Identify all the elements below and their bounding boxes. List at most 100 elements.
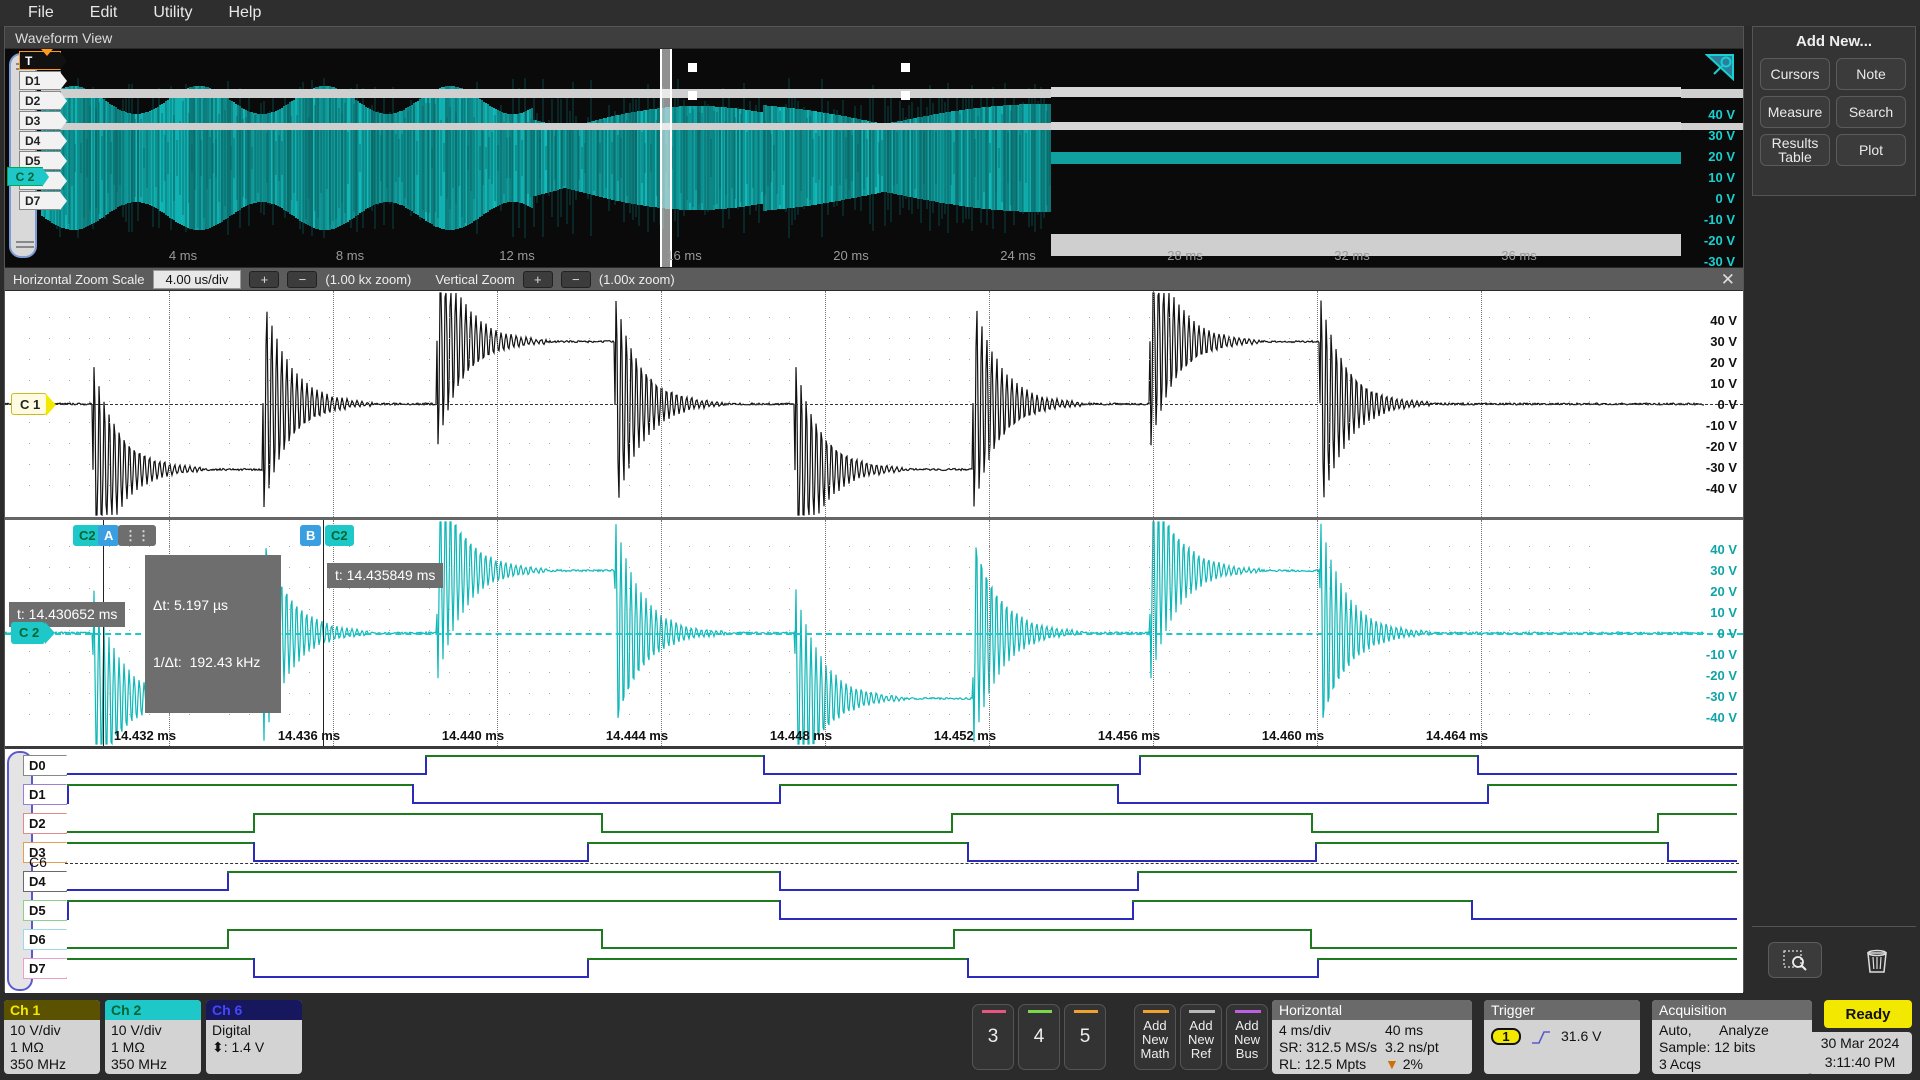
add-button-line: New [1187,1032,1214,1047]
zoom-area-icon[interactable] [1768,941,1822,978]
channel1-waveform-pane[interactable]: C 1 40 V 30 V 20 V 10 V0 V -10 V -20 V -30 V -4… [5,291,1743,517]
overview-digital-badge-d4[interactable]: D4 [19,131,67,150]
overview-digital-badge-d3[interactable]: D3 [19,111,67,130]
add-new-measure-button[interactable]: Measure [1760,96,1830,128]
digital-label-d2[interactable]: D2 [23,813,74,834]
time-text: 3:11:40 PM [1824,1054,1896,1070]
sidebar-tools [1752,926,1916,992]
menu-item-edit[interactable]: Edit [72,2,136,24]
horizontal-zoom-in-button[interactable]: + [249,270,280,288]
add-new-math-button[interactable]: Add New Math [1134,1004,1176,1070]
digital-label-d5[interactable]: D5 [23,900,74,921]
rising-edge-icon[interactable] [1531,1029,1551,1045]
digital-label-d7[interactable]: D7 [23,958,74,979]
zoom-cursor-icon[interactable] [1705,53,1735,81]
channel1-zero-line [5,404,1743,405]
add-button-line: Add [1143,1018,1167,1033]
horizontal-zoom-out-button[interactable]: − [287,270,318,288]
cursor-b-tag[interactable]: B [300,525,322,546]
acquisition-sample: Sample: 12 bits [1659,1039,1756,1055]
digital-label-d6[interactable]: D6 [23,929,74,950]
digital-trace-d4 [67,869,1743,895]
menu-item-utility[interactable]: Utility [135,2,210,24]
cursor-link-icon: ⋮⋮ [118,525,156,546]
add-new-note-button[interactable]: Note [1836,58,1906,90]
digital-trace-d5 [67,898,1743,924]
channel-tile-line: Digital [212,1022,251,1038]
add-new-plot-button[interactable]: Plot [1836,134,1906,166]
date-text: 30 Mar 2024 [1820,1035,1900,1051]
add-new-results-table-button[interactable]: Results Table [1760,134,1830,166]
digital-trace-d1 [67,782,1743,808]
digital-row-d4[interactable]: D4 [5,869,1743,895]
channel-tile-line: 1 MΩ [111,1039,145,1055]
add-new-search-button[interactable]: Search [1836,96,1906,128]
add-new-cursors-button[interactable]: Cursors [1760,58,1830,90]
datetime-display: 30 Mar 2024 3:11:40 PM [1808,1032,1912,1074]
channel-button-3[interactable]: 3 [972,1004,1014,1070]
overview-pane[interactable]: TD1D2D3D4D5D6D7 C 2 40 V30 V20 V10 V0 V-… [5,49,1743,267]
channel1-badge[interactable]: C 1 [11,393,57,416]
cursor-b-line[interactable] [323,520,324,746]
digital-row-d5[interactable]: D5 [5,898,1743,924]
horizontal-sample-rate: SR: 312.5 MS/s [1279,1039,1378,1055]
horizontal-zoom-scale-label: Horizontal Zoom Scale [13,271,145,287]
channel-button-4[interactable]: 4 [1018,1004,1060,1070]
channel-tile-header: Ch 1 [4,1000,100,1020]
vertical-zoom-out-button[interactable]: − [560,270,591,288]
digital-row-d6[interactable]: D6 [5,927,1743,953]
channel2-time-labels: 14.432 ms 14.436 ms 14.440 ms 14.444 ms 14.4… [113,728,1489,743]
add-new-ref-button[interactable]: Add New Ref [1180,1004,1222,1070]
horizontal-zoom-scale-field[interactable]: 4.00 us/div [152,269,242,289]
menu-item-file[interactable]: File [10,2,72,24]
add-button-line: New [1141,1032,1168,1047]
cursor-b-source-tag[interactable]: C2 [325,525,354,546]
channel2-waveform-pane[interactable]: C2 A ⋮⋮ B C2 Δt: 5.197 µs 1/Δt: 192.43 k… [5,520,1743,746]
add-new-title: Add New... [1795,33,1873,50]
close-icon[interactable]: ✕ [1721,271,1735,288]
cursor-a-line[interactable] [103,520,104,746]
channel-tile-ch6[interactable]: Ch 6 Digital ⬍: 1.4 V [206,1000,302,1074]
trigger-info-tile[interactable]: Trigger 1 31.6 V [1484,1000,1640,1074]
horizontal-record-length: RL: 12.5 Mpts [1279,1056,1367,1072]
digital-label-d0[interactable]: D0 [23,755,74,776]
bottom-status-bar: Ch 1 10 V/div 1 MΩ 350 MHz Ch 2 10 V/div 1 MΩ 3… [0,996,1920,1080]
digital-row-d7[interactable]: D7 [5,956,1743,982]
channel2-badge[interactable]: C 2 [11,622,56,644]
channel-tile-ch1[interactable]: Ch 1 10 V/div 1 MΩ 350 MHz [4,1000,100,1074]
channel-tile-line: 10 V/div [10,1022,61,1038]
menu-item-help[interactable]: Help [210,2,279,24]
horizontal-zoom-factor: (1.00 kx zoom) [325,271,412,287]
acquisition-acqs: 3 Acqs [1659,1056,1702,1072]
trash-icon[interactable] [1854,942,1900,978]
horizontal-info-tile[interactable]: Horizontal 4 ms/div 40 ms SR: 312.5 MS/s 3… [1272,1000,1472,1074]
channel-tile-ch2[interactable]: Ch 2 10 V/div 1 MΩ 350 MHz [105,1000,201,1074]
overview-digital-badge-d1[interactable]: D1 [19,71,67,90]
digital-row-d1[interactable]: D1 [5,782,1743,808]
digital-label-d1[interactable]: D1 [23,784,74,805]
overview-digital-badge-d7[interactable]: D7 [19,191,67,210]
channel-button-5[interactable]: 5 [1064,1004,1106,1070]
digital-bus-badge[interactable]: C6 [29,854,47,870]
add-button-line: Math [1140,1046,1170,1061]
acquisition-info-tile[interactable]: Acquisition Auto, Analyze Sample: 12 bits… [1652,1000,1812,1074]
overview-digital-badge-d2[interactable]: D2 [19,91,67,110]
vertical-zoom-in-button[interactable]: + [522,270,553,288]
vertical-zoom-factor: (1.00x zoom) [598,271,675,287]
waveform-view-title: Waveform View [5,27,1743,49]
acquisition-mode: Auto, [1659,1022,1692,1038]
overview-canvas [41,49,1743,267]
horizontal-span: 40 ms [1385,1022,1424,1038]
overview-digital-badge-t[interactable]: T [19,49,67,70]
channel-tile-line: ⬍: 1.4 V [212,1039,265,1055]
status-badge[interactable]: Ready [1824,1000,1912,1028]
trigger-source-badge[interactable]: 1 [1491,1028,1521,1045]
digital-row-d2[interactable]: D2 [5,811,1743,837]
overview-zoom-box[interactable] [660,49,672,267]
digital-label-d4[interactable]: D4 [23,871,74,892]
add-new-bus-button[interactable]: Add New Bus [1226,1004,1268,1070]
cursor-a-tag[interactable]: A [98,525,120,546]
digital-waveform-pane[interactable]: D0 D1 D2 D3 D4 D5 D6 D7 C6 [5,749,1743,993]
digital-row-d0[interactable]: D0 [5,753,1743,779]
overview-channel2-badge[interactable]: C 2 [7,167,49,187]
